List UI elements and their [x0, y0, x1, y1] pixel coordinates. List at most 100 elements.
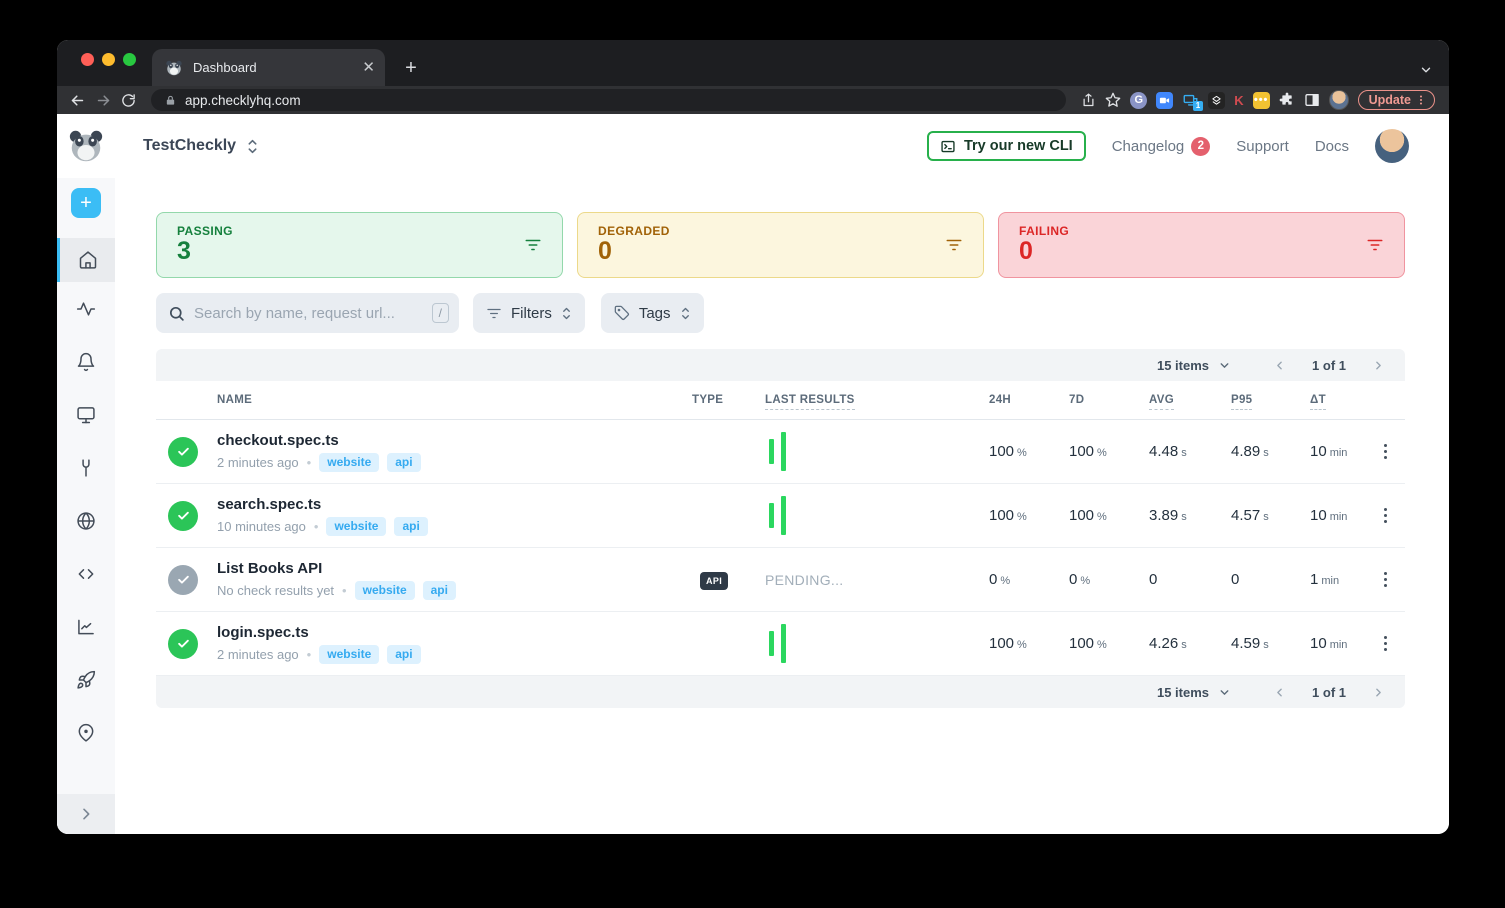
tab-search-chevron-icon[interactable] [1419, 63, 1433, 77]
docs-link[interactable]: Docs [1315, 138, 1349, 155]
tag-api[interactable]: api [387, 645, 420, 664]
table-row[interactable]: search.spec.ts 10 minutes agowebsiteapi … [156, 484, 1405, 548]
passing-card[interactable]: PASSING 3 [156, 212, 563, 278]
sidebar-item-home[interactable] [57, 238, 115, 282]
check-name[interactable]: List Books API [217, 560, 692, 577]
tab-close-icon[interactable]: ✕ [362, 60, 375, 75]
checkly-logo[interactable] [67, 127, 105, 165]
row-menu-kebab-icon[interactable] [1380, 632, 1392, 656]
col-name[interactable]: NAME [217, 394, 692, 406]
share-icon[interactable] [1081, 93, 1096, 108]
tag-website[interactable]: website [326, 517, 386, 536]
sidebar-item-maintenance[interactable] [57, 441, 115, 494]
passing-filter-icon[interactable] [524, 238, 542, 252]
try-cli-button[interactable]: Try our new CLI [927, 131, 1086, 161]
stack-extension-icon[interactable] [1208, 92, 1225, 109]
col-avg[interactable]: AVG [1149, 394, 1231, 406]
bookmark-star-icon[interactable] [1105, 92, 1121, 108]
col-dt[interactable]: ΔT [1310, 394, 1378, 406]
reload-icon[interactable] [121, 93, 136, 108]
tag-api[interactable]: api [394, 517, 427, 536]
search-box[interactable]: / [156, 293, 459, 333]
search-input[interactable] [194, 305, 423, 322]
side-panel-icon[interactable] [1304, 92, 1320, 108]
address-bar[interactable]: app.checklyhq.com [151, 89, 1066, 111]
check-name[interactable]: login.spec.ts [217, 624, 692, 641]
minimize-window-button[interactable] [102, 53, 115, 66]
cell-p95: 4.57s [1231, 507, 1310, 524]
sidebar-item-alerts[interactable] [57, 335, 115, 388]
last-results-bars[interactable] [769, 420, 989, 483]
cell-24h: 100% [989, 507, 1069, 524]
passing-count: 3 [177, 239, 542, 264]
prev-page-icon[interactable] [1273, 686, 1286, 699]
row-menu-kebab-icon[interactable] [1380, 504, 1392, 528]
col-24h[interactable]: 24H [989, 394, 1069, 406]
support-link[interactable]: Support [1236, 138, 1289, 155]
sidebar-item-analytics[interactable] [57, 600, 115, 653]
user-avatar[interactable] [1375, 129, 1409, 163]
sidebar-item-private-locations[interactable] [57, 494, 115, 547]
table-row[interactable]: login.spec.ts 2 minutes agowebsiteapi 10… [156, 612, 1405, 676]
search-icon [168, 305, 185, 322]
forward-icon[interactable] [95, 92, 112, 109]
col-last-results[interactable]: LAST RESULTS [765, 394, 989, 406]
failing-filter-icon[interactable] [1366, 238, 1384, 252]
tag-api[interactable]: api [423, 581, 456, 600]
degraded-card[interactable]: DEGRADED 0 [577, 212, 984, 278]
zoom-extension-icon[interactable] [1156, 92, 1173, 109]
cell-7d: 100% [1069, 635, 1149, 652]
sidebar-expand-button[interactable] [57, 794, 115, 834]
grammarly-extension-icon[interactable]: G [1130, 92, 1147, 109]
sidebar-item-locations[interactable] [57, 706, 115, 759]
table-footer: 15 items 1 of 1 [156, 676, 1405, 708]
extensions-puzzle-icon[interactable] [1279, 92, 1295, 108]
tag-api[interactable]: api [387, 453, 420, 472]
browser-tab-dashboard[interactable]: Dashboard ✕ [152, 49, 385, 86]
tag-website[interactable]: website [355, 581, 415, 600]
filters-button[interactable]: Filters [473, 293, 585, 333]
meta-separator [307, 647, 312, 662]
next-page-icon[interactable] [1372, 359, 1385, 372]
tag-website[interactable]: website [319, 453, 379, 472]
items-per-page-select[interactable]: 15 items [1157, 685, 1231, 700]
kagi-extension-icon[interactable]: K [1234, 93, 1243, 108]
create-check-button[interactable]: + [71, 188, 101, 218]
last-results-bars[interactable] [769, 612, 989, 675]
sidebar-item-deployments[interactable] [57, 653, 115, 706]
sidebar-item-checks[interactable] [57, 282, 115, 335]
check-name[interactable]: search.spec.ts [217, 496, 692, 513]
back-icon[interactable] [69, 92, 86, 109]
update-button[interactable]: Update [1358, 90, 1435, 110]
check-name[interactable]: checkout.spec.ts [217, 432, 692, 449]
browser-profile-avatar[interactable] [1329, 90, 1349, 110]
next-page-icon[interactable] [1372, 686, 1385, 699]
tag-website[interactable]: website [319, 645, 379, 664]
row-menu-kebab-icon[interactable] [1380, 568, 1392, 592]
col-7d[interactable]: 7D [1069, 394, 1149, 406]
last-results-bars[interactable] [769, 484, 989, 547]
failing-card[interactable]: FAILING 0 [998, 212, 1405, 278]
rocket-icon [76, 670, 96, 690]
new-tab-button[interactable]: + [398, 55, 424, 81]
col-type[interactable]: TYPE [692, 394, 765, 406]
prev-page-icon[interactable] [1273, 359, 1286, 372]
terminal-icon [940, 139, 956, 154]
row-menu-kebab-icon[interactable] [1380, 440, 1392, 464]
items-per-page-select[interactable]: 15 items [1157, 358, 1231, 373]
screencast-extension-icon[interactable]: 1 [1182, 93, 1199, 108]
col-p95[interactable]: P95 [1231, 394, 1310, 406]
degraded-filter-icon[interactable] [945, 238, 963, 252]
close-window-button[interactable] [81, 53, 94, 66]
api-check-badge: API [700, 572, 728, 590]
account-switcher[interactable]: TestCheckly [143, 137, 259, 155]
tags-button[interactable]: Tags [601, 293, 704, 333]
table-row[interactable]: List Books API No check results yetwebsi… [156, 548, 1405, 612]
changelog-link[interactable]: Changelog 2 [1112, 137, 1211, 156]
filters-chevrons-icon [561, 306, 572, 321]
sidebar-item-snippets[interactable] [57, 547, 115, 600]
dots-extension-icon[interactable]: ••• [1253, 92, 1270, 109]
zoom-window-button[interactable] [123, 53, 136, 66]
table-row[interactable]: checkout.spec.ts 2 minutes agowebsiteapi… [156, 420, 1405, 484]
sidebar-item-dashboards[interactable] [57, 388, 115, 441]
